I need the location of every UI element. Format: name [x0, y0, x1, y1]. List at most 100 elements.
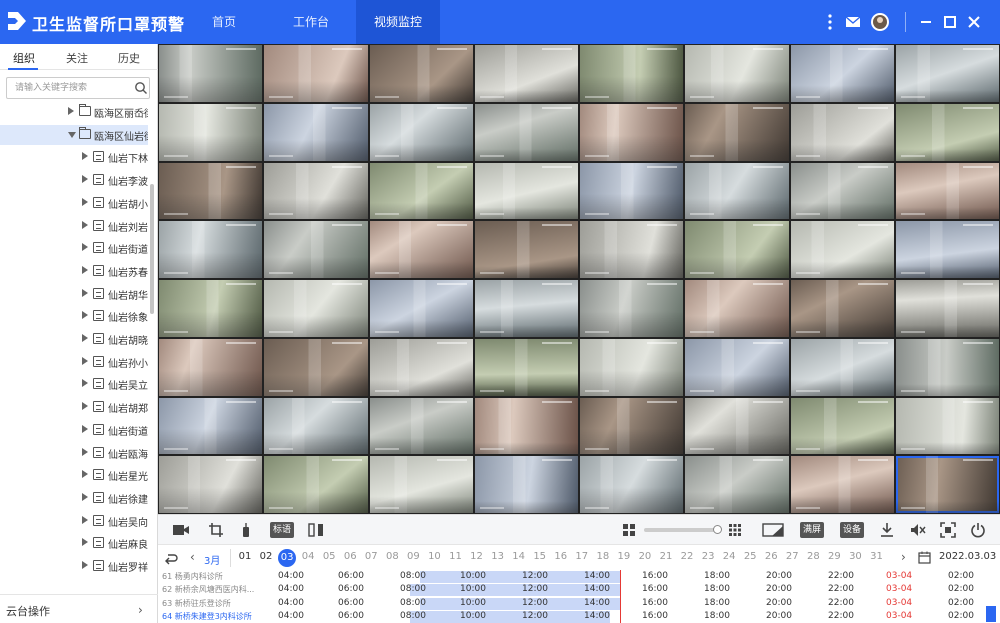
video-feed[interactable] [580, 45, 684, 102]
video-feed[interactable] [790, 221, 894, 278]
video-feed[interactable] [685, 221, 789, 278]
crop-icon[interactable] [208, 522, 224, 538]
tree-camera[interactable]: 仙岩街道 [0, 238, 148, 258]
video-feed[interactable] [159, 162, 263, 220]
avatar[interactable] [870, 12, 890, 32]
video-feed[interactable] [895, 456, 999, 513]
tree-camera[interactable]: 仙岩街道 [0, 420, 148, 440]
search-input[interactable] [15, 81, 125, 95]
layout-icon[interactable] [762, 522, 784, 538]
video-feed[interactable] [580, 162, 684, 220]
day-20[interactable]: 20 [636, 551, 654, 562]
caret-right-icon[interactable] [82, 402, 88, 411]
close-icon[interactable] [964, 12, 984, 32]
capture-icon[interactable] [940, 522, 956, 538]
video-feed[interactable] [474, 397, 578, 455]
video-feed[interactable] [474, 280, 578, 337]
video-feed[interactable] [369, 280, 473, 337]
video-feed[interactable] [159, 338, 263, 396]
video-feed[interactable] [264, 162, 368, 220]
caret-right-icon[interactable] [82, 447, 88, 456]
recording-segment[interactable] [410, 610, 610, 623]
power-icon[interactable] [970, 522, 986, 538]
tree-camera[interactable]: 仙岩麻良 [0, 533, 148, 553]
caret-right-icon[interactable] [82, 334, 88, 342]
video-feed[interactable] [685, 338, 789, 396]
video-feed[interactable] [580, 103, 684, 161]
video-feed[interactable] [264, 338, 368, 396]
video-feed[interactable] [895, 397, 999, 455]
video-feed[interactable] [580, 338, 684, 396]
next-month-icon[interactable]: › [901, 550, 906, 564]
caret-right-icon[interactable] [82, 356, 88, 365]
timeline-row[interactable]: 64 新桥朱建登3内科诊所 04:00 06:00 08:00 10:00 12:00 14… [158, 610, 1000, 623]
video-feed[interactable] [580, 221, 684, 278]
tree-camera[interactable]: 仙岩胡晓 [0, 329, 148, 349]
caret-right-icon[interactable] [82, 492, 88, 501]
video-feed[interactable] [159, 45, 263, 102]
caret-right-icon[interactable] [82, 265, 88, 274]
tree-camera[interactable]: 仙岩孙小 [0, 352, 148, 372]
search-icon[interactable] [134, 81, 148, 95]
video-feed[interactable] [264, 45, 368, 102]
day-31[interactable]: 31 [868, 551, 886, 562]
caret-right-icon[interactable] [82, 288, 88, 297]
video-feed[interactable] [685, 456, 789, 513]
day-02[interactable]: 02 [257, 551, 275, 562]
tree-folder[interactable]: 瓯海区丽岙街 [0, 102, 148, 122]
video-feed[interactable] [685, 280, 789, 337]
video-feed[interactable] [580, 280, 684, 337]
day-24[interactable]: 24 [720, 551, 738, 562]
day-14[interactable]: 14 [510, 551, 528, 562]
video-feed[interactable] [790, 280, 894, 337]
caret-right-icon[interactable] [82, 311, 88, 320]
video-feed[interactable] [790, 456, 894, 513]
day-22[interactable]: 22 [678, 551, 696, 562]
tree-camera[interactable]: 仙岩李波 [0, 170, 148, 190]
video-feed[interactable] [369, 162, 473, 220]
grid-small-icon[interactable] [622, 522, 636, 538]
video-feed[interactable] [264, 280, 368, 337]
video-feed[interactable] [369, 338, 473, 396]
caret-right-icon[interactable] [68, 107, 74, 115]
minimize-icon[interactable] [916, 12, 936, 32]
video-feed[interactable] [474, 162, 578, 220]
day-07[interactable]: 07 [362, 551, 380, 562]
date-label[interactable]: 2022.03.03 [939, 551, 996, 562]
video-feed[interactable] [790, 162, 894, 220]
month-label[interactable]: 3月 [204, 552, 220, 567]
caret-right-icon[interactable] [82, 515, 88, 524]
day-17[interactable]: 17 [573, 551, 591, 562]
day-11[interactable]: 11 [447, 551, 465, 562]
device-button[interactable]: 设备 [840, 522, 865, 538]
day-26[interactable]: 26 [762, 551, 780, 562]
video-feed[interactable] [264, 397, 368, 455]
grid-large-icon[interactable] [728, 522, 742, 538]
video-feed[interactable] [369, 45, 473, 102]
day-06[interactable]: 06 [341, 551, 359, 562]
video-feed[interactable] [369, 456, 473, 513]
day-10[interactable]: 10 [425, 551, 443, 562]
video-feed[interactable] [369, 103, 473, 161]
day-04[interactable]: 04 [299, 551, 317, 562]
tab-favorites[interactable]: 关注 [66, 50, 88, 66]
day-08[interactable]: 08 [383, 551, 401, 562]
tree-camera[interactable]: 仙岩徐象 [0, 306, 148, 326]
sidebar-scrollbar[interactable] [150, 184, 154, 314]
tree-camera[interactable]: 仙岩星光 [0, 465, 148, 485]
nav-workbench[interactable]: 工作台 [282, 0, 340, 44]
day-21[interactable]: 21 [657, 551, 675, 562]
video-feed[interactable] [474, 338, 578, 396]
video-feed[interactable] [895, 162, 999, 220]
video-feed[interactable] [580, 397, 684, 455]
video-feed[interactable] [474, 221, 578, 278]
timeline-row[interactable]: 61 杨勇内科诊所 04:00 06:00 08:00 10:00 12:00 14:00 1… [158, 570, 1000, 583]
caret-right-icon[interactable] [82, 379, 88, 388]
day-25[interactable]: 25 [741, 551, 759, 562]
caret-right-icon[interactable] [82, 561, 88, 569]
tree-camera[interactable]: 仙岩罗祥 [0, 556, 148, 576]
day-15[interactable]: 15 [531, 551, 549, 562]
tab-organization[interactable]: 组织 [13, 50, 35, 66]
tab-history[interactable]: 历史 [118, 50, 140, 66]
mail-icon[interactable] [843, 12, 863, 32]
